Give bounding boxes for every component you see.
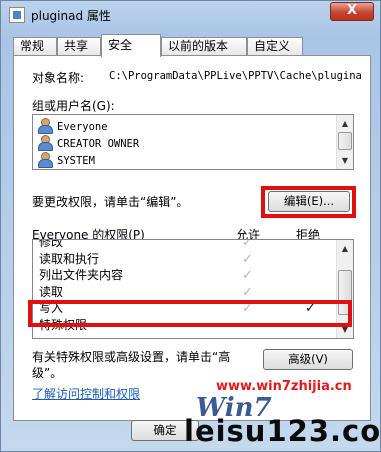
- permission-row: 列出文件夹内容: [39, 267, 123, 284]
- user-group-icon: [37, 152, 53, 168]
- permission-row: 读取: [39, 284, 63, 301]
- tab-general[interactable]: 常规: [13, 37, 57, 56]
- user-group-icon: [37, 118, 53, 134]
- scroll-up-arrow-icon[interactable]: ▲: [337, 115, 353, 132]
- highlight-box-write: [28, 300, 352, 327]
- folder-icon: [9, 7, 25, 23]
- tab-sharing[interactable]: 共享: [57, 37, 101, 56]
- tab-bar: 常规 共享 安全 以前的版本 自定义: [13, 34, 373, 57]
- learn-access-control-link[interactable]: 了解访问控制和权限: [32, 385, 140, 402]
- tab-customize[interactable]: 自定义: [247, 37, 303, 56]
- allow-check-icon: ✓: [242, 251, 253, 267]
- allow-check-icon: ✓: [242, 268, 253, 283]
- allow-check-icon: ✓: [242, 239, 253, 250]
- special-permissions-hint-line1: 有关特殊权限或高级设置，请单击“高: [32, 350, 231, 364]
- security-panel: 对象名称: C:\ProgramData\PPLive\PPTV\Cache\p…: [13, 55, 371, 421]
- object-name-value: C:\ProgramData\PPLive\PPTV\Cache\plugina: [109, 70, 362, 82]
- properties-window: pluginad 属性 X 常规 共享 安全 以前的版本 自定义 对象名称: C…: [0, 0, 381, 452]
- list-item-everyone[interactable]: Everyone: [37, 118, 108, 134]
- advanced-button[interactable]: 高级(V): [263, 349, 353, 370]
- scroll-up-arrow-icon[interactable]: ▲: [337, 240, 353, 257]
- watermark-url: www.win7zhijia.cn: [216, 379, 352, 394]
- window-title: pluginad 属性: [31, 9, 111, 23]
- highlight-box-edit: [261, 186, 356, 218]
- watermark-site: leisu123.com: [184, 414, 381, 448]
- tab-previous-versions[interactable]: 以前的版本: [161, 37, 247, 56]
- permission-row: 修改: [39, 239, 64, 251]
- permission-name: 修改: [39, 239, 64, 249]
- group-users-label: 组或用户名(G):: [32, 99, 115, 113]
- permission-row: 读取和执行: [39, 251, 99, 268]
- list-item-system[interactable]: SYSTEM: [37, 152, 95, 168]
- edit-hint: 要更改权限，请单击“编辑”。: [32, 195, 189, 209]
- list-item-creator-owner[interactable]: CREATOR OWNER: [37, 135, 139, 151]
- tab-security[interactable]: 安全: [101, 34, 161, 57]
- permission-name: 读取: [39, 284, 64, 299]
- object-name-label: 对象名称:: [32, 71, 85, 85]
- title-bar[interactable]: pluginad 属性 X: [1, 1, 380, 29]
- users-listbox[interactable]: Everyone CREATOR OWNER SYSTEM ▲ ▼: [32, 114, 354, 170]
- users-scrollbar[interactable]: ▲ ▼: [336, 115, 353, 169]
- special-permissions-hint-line2: 级”。: [32, 366, 63, 380]
- scroll-thumb[interactable]: [338, 132, 352, 150]
- close-button[interactable]: X: [330, 2, 374, 21]
- allow-check-icon: ✓: [242, 284, 253, 300]
- permission-name: 列出文件夹内容: [39, 268, 124, 282]
- scroll-down-arrow-icon[interactable]: ▼: [337, 152, 353, 169]
- user-group-icon: [37, 135, 53, 151]
- permission-name: 读取和执行: [39, 251, 100, 266]
